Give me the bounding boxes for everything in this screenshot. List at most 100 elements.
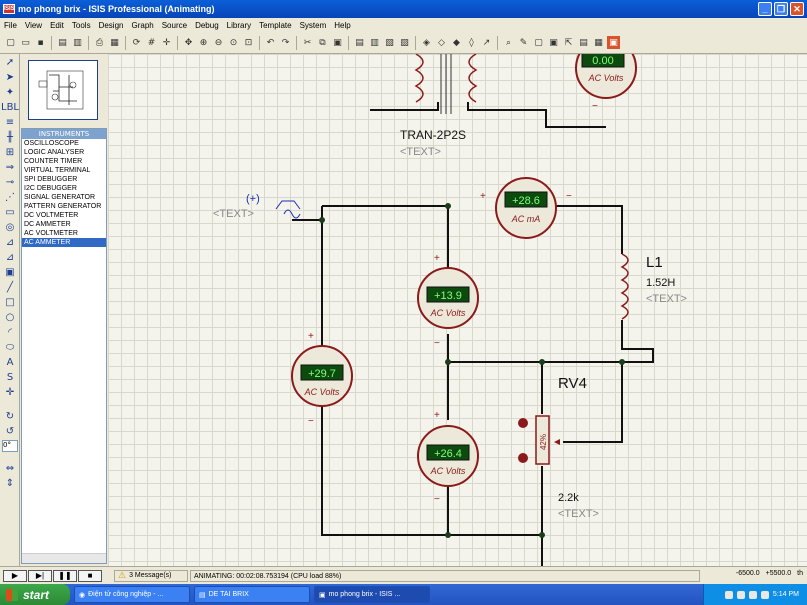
schematic-canvas[interactable]: TRAN-2P2S <TEXT> 0.00 AC Volts − (+) <TE… — [108, 54, 807, 566]
device-pin-icon[interactable]: ⊸ — [3, 175, 17, 189]
origin-icon[interactable]: ✛ — [160, 36, 173, 49]
tray-icon[interactable] — [748, 590, 757, 599]
bus-icon[interactable]: ╫ — [3, 130, 17, 144]
packaging-icon[interactable]: ◆ — [450, 36, 463, 49]
paste-icon[interactable]: ▣ — [331, 36, 344, 49]
export-icon[interactable]: ▥ — [71, 36, 84, 49]
block-move-icon[interactable]: ▥ — [368, 36, 381, 49]
redo-icon[interactable]: ↷ — [279, 36, 292, 49]
list-item[interactable]: COUNTER TIMER — [22, 157, 106, 166]
menu-file[interactable]: File — [0, 21, 21, 30]
print-icon[interactable]: ⎙ — [93, 36, 106, 49]
pot-decrease-button[interactable] — [518, 453, 528, 463]
taskbar-item[interactable]: ◉ Điện tử công nghiệp - ... — [74, 586, 190, 603]
select-mode-icon[interactable]: ➚ — [3, 55, 17, 69]
zoom-out-icon[interactable]: ⊖ — [212, 36, 225, 49]
menu-help[interactable]: Help — [330, 21, 354, 30]
list-item[interactable]: DC VOLTMETER — [22, 211, 106, 220]
minimize-button[interactable]: _ — [758, 2, 772, 16]
cut-icon[interactable]: ✂ — [301, 36, 314, 49]
taskbar-item[interactable]: ▤ DE TAI BRIX — [194, 586, 310, 603]
decompose-icon[interactable]: ◊ — [465, 36, 478, 49]
mirror-y-icon[interactable]: ⇕ — [3, 476, 17, 490]
generator-icon[interactable]: ◎ — [3, 220, 17, 234]
block-rotate-icon[interactable]: ▧ — [383, 36, 396, 49]
bill-of-materials-icon[interactable]: ▤ — [577, 36, 590, 49]
maximize-button[interactable]: ❐ — [774, 2, 788, 16]
save-icon[interactable]: ▪ — [34, 36, 47, 49]
messages-indicator[interactable]: ⚠ 3 Message(s) — [114, 569, 188, 582]
subcircuit-icon[interactable]: ⊞ — [3, 145, 17, 159]
zoom-all-icon[interactable]: ⊙ — [227, 36, 240, 49]
graph-icon[interactable]: ⋰ — [3, 190, 17, 204]
make-device-icon[interactable]: ◇ — [435, 36, 448, 49]
close-button[interactable]: ✕ — [790, 2, 804, 16]
junction-icon[interactable]: ✦ — [3, 85, 17, 99]
menu-design[interactable]: Design — [95, 21, 128, 30]
pick-device-icon[interactable]: ◈ — [420, 36, 433, 49]
meter-low[interactable]: +26.4 AC Volts — [417, 425, 479, 487]
print-area-icon[interactable]: ▦ — [108, 36, 121, 49]
list-item[interactable]: I2C DEBUGGER — [22, 184, 106, 193]
mirror-x-icon[interactable]: ⇔ — [3, 461, 17, 475]
search-icon[interactable]: ⌕ — [502, 36, 515, 49]
exit-to-parent-icon[interactable]: ⇱ — [562, 36, 575, 49]
undo-icon[interactable]: ↶ — [264, 36, 277, 49]
text-script-icon[interactable]: ≡ — [3, 115, 17, 129]
component-mode-icon[interactable]: ➤ — [3, 70, 17, 84]
text-icon[interactable]: A — [3, 355, 17, 369]
menu-graph[interactable]: Graph — [127, 21, 157, 30]
marker-icon[interactable]: ✛ — [3, 385, 17, 399]
path-icon[interactable]: ⬭ — [3, 340, 17, 354]
wire-label-icon[interactable]: LBL — [1, 100, 19, 114]
tray-icon[interactable] — [736, 590, 745, 599]
menu-template[interactable]: Template — [255, 21, 295, 30]
voltage-probe-icon[interactable]: ⊿ — [3, 235, 17, 249]
symbol-icon[interactable]: S — [3, 370, 17, 384]
zoom-in-icon[interactable]: ⊕ — [197, 36, 210, 49]
ares-icon[interactable]: ▣ — [607, 36, 620, 49]
pause-button[interactable]: ❚❚ — [53, 569, 77, 582]
taskbar-item-active[interactable]: ▣ mo phong brix - ISIS ... — [314, 586, 430, 603]
list-item-selected[interactable]: AC AMMETER — [22, 238, 106, 247]
overview-window[interactable] — [28, 60, 98, 120]
open-folder-icon[interactable]: ▭ — [19, 36, 32, 49]
arc-icon[interactable]: ◜ — [3, 325, 17, 339]
tray-icon[interactable] — [724, 590, 733, 599]
start-button[interactable]: start — [0, 584, 70, 605]
circle-icon[interactable]: ○ — [3, 310, 17, 324]
terminal-icon[interactable]: ⇒ — [3, 160, 17, 174]
list-item[interactable]: DC AMMETER — [22, 220, 106, 229]
menu-debug[interactable]: Debug — [191, 21, 223, 30]
horizontal-scrollbar[interactable] — [22, 553, 106, 563]
pot-increase-button[interactable] — [518, 418, 528, 428]
meter-top[interactable]: 0.00 AC Volts — [575, 54, 637, 99]
meter-ammeter[interactable]: +28.6 AC mA — [495, 177, 557, 239]
virtual-instrument-icon[interactable]: ▣ — [3, 265, 17, 279]
grid-icon[interactable]: # — [145, 36, 158, 49]
menu-library[interactable]: Library — [223, 21, 255, 30]
new-file-icon[interactable]: ▢ — [4, 36, 17, 49]
rotate-ccw-icon[interactable]: ↺ — [3, 424, 17, 438]
play-button[interactable]: ▶ — [3, 569, 27, 582]
list-item[interactable]: PATTERN GENERATOR — [22, 202, 106, 211]
list-item[interactable]: OSCILLOSCOPE — [22, 139, 106, 148]
line-icon[interactable]: ╱ — [3, 280, 17, 294]
potentiometer[interactable]: 42% — [535, 415, 560, 465]
remove-sheet-icon[interactable]: ▣ — [547, 36, 560, 49]
list-item[interactable]: SIGNAL GENERATOR — [22, 193, 106, 202]
rotate-cw-icon[interactable]: ↻ — [3, 409, 17, 423]
stop-button[interactable]: ■ — [78, 569, 102, 582]
tray-icon[interactable] — [760, 590, 769, 599]
rotation-field[interactable]: 0° — [2, 440, 18, 452]
list-item[interactable]: SPI DEBUGGER — [22, 175, 106, 184]
refresh-icon[interactable]: ⟳ — [130, 36, 143, 49]
box-icon[interactable]: □ — [3, 295, 17, 309]
block-delete-icon[interactable]: ▨ — [398, 36, 411, 49]
menu-source[interactable]: Source — [158, 21, 191, 30]
menu-view[interactable]: View — [21, 21, 46, 30]
new-sheet-icon[interactable]: ▢ — [532, 36, 545, 49]
property-tool-icon[interactable]: ✎ — [517, 36, 530, 49]
menu-system[interactable]: System — [296, 21, 331, 30]
list-item[interactable]: VIRTUAL TERMINAL — [22, 166, 106, 175]
